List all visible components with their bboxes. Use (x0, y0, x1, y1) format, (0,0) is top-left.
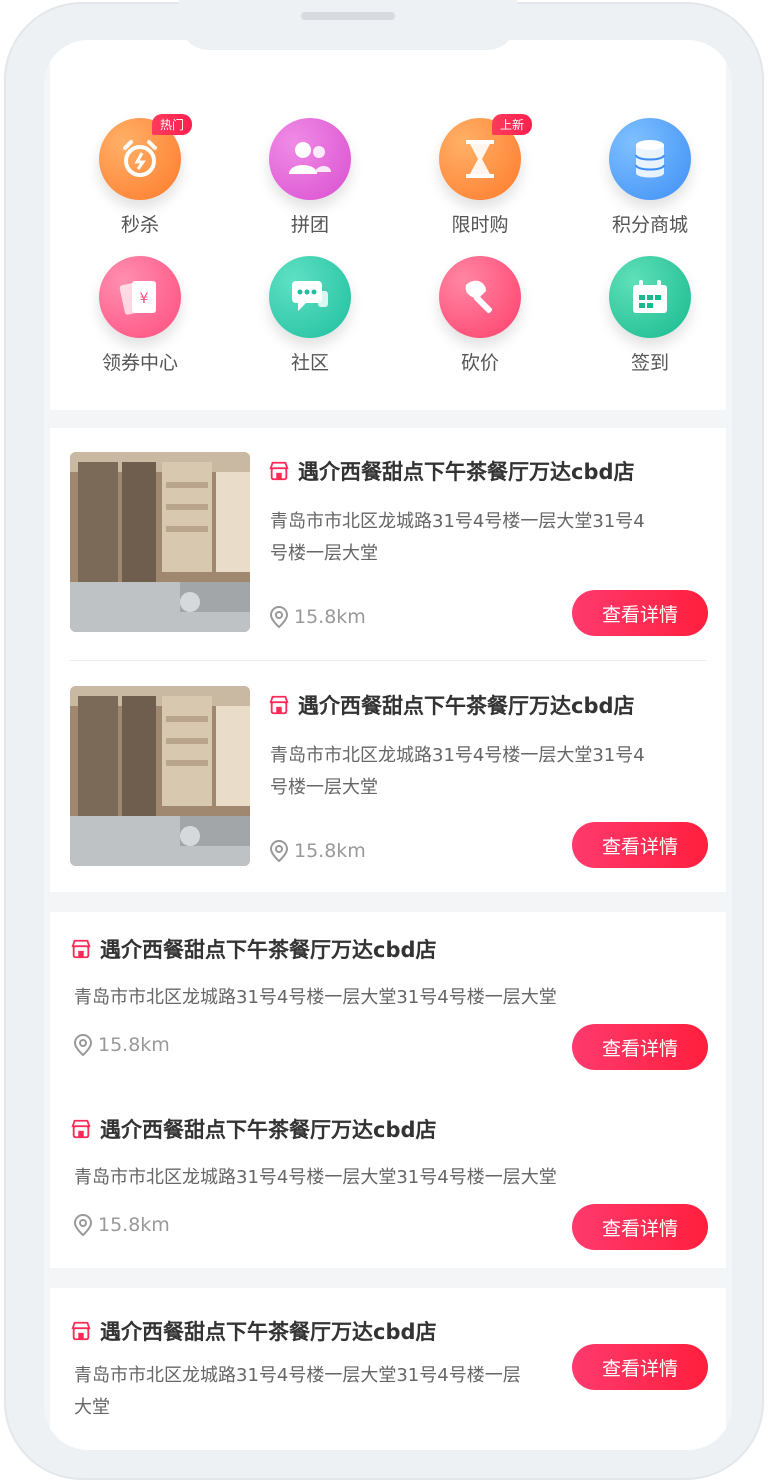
svg-text:¥: ¥ (140, 291, 149, 307)
store-title-text: 遇介西餐甜点下午茶餐厅万达cbd店 (298, 694, 635, 718)
distance-text: 15.8km (294, 840, 366, 862)
store-address: 青岛市市北区龙城路31号4号楼一层大堂31号4号楼一层大堂 (74, 1365, 521, 1418)
view-details-button[interactable]: 查看详情 (572, 1344, 708, 1390)
phone-screen: 热门 秒杀 拼团 上新 限时购 积分商城 ¥ 领券中心 社区 砍价 签到 遇介西… (44, 40, 732, 1450)
grid-label: 拼团 (290, 214, 329, 236)
shop-icon (269, 461, 289, 481)
store-title[interactable]: 遇介西餐甜点下午茶餐厅万达cbd店 (70, 1316, 437, 1346)
coins-icon (609, 118, 691, 200)
grid-item-community[interactable]: 社区 (240, 256, 380, 375)
location-pin-icon (270, 606, 288, 628)
store-title[interactable]: 遇介西餐甜点下午茶餐厅万达cbd店 (70, 1114, 437, 1144)
store-title[interactable]: 遇介西餐甜点下午茶餐厅万达cbd店 (268, 690, 635, 720)
store-address: 青岛市市北区龙城路31号4号楼一层大堂31号4号楼一层大堂 (270, 511, 645, 564)
grid-item-group-buy[interactable]: 拼团 (240, 118, 380, 237)
shop-icon (71, 1321, 91, 1341)
store-distance: 15.8km (74, 1214, 170, 1236)
view-details-button[interactable]: 查看详情 (572, 590, 708, 636)
view-details-button[interactable]: 查看详情 (572, 1024, 708, 1070)
grid-label: 积分商城 (611, 214, 688, 236)
location-pin-icon (74, 1034, 92, 1056)
store-card-with-images: 遇介西餐甜点下午茶餐厅万达cbd店 青岛市市北区龙城路31号4号楼一层大堂31号… (50, 428, 726, 892)
grid-label: 砍价 (460, 352, 499, 374)
store-title-text: 遇介西餐甜点下午茶餐厅万达cbd店 (100, 1320, 437, 1344)
store-title-text: 遇介西餐甜点下午茶餐厅万达cbd店 (100, 1118, 437, 1142)
grid-item-seckill[interactable]: 热门 秒杀 (70, 114, 210, 237)
store-image[interactable] (70, 452, 250, 632)
shop-icon (71, 939, 91, 959)
distance-text: 15.8km (98, 1214, 170, 1236)
grid-label: 签到 (630, 352, 669, 374)
store-distance: 15.8km (270, 606, 366, 628)
store-title[interactable]: 遇介西餐甜点下午茶餐厅万达cbd店 (70, 934, 437, 964)
store-title-text: 遇介西餐甜点下午茶餐厅万达cbd店 (100, 938, 437, 962)
store-title-text: 遇介西餐甜点下午茶餐厅万达cbd店 (298, 460, 635, 484)
distance-text: 15.8km (98, 1034, 170, 1056)
grid-item-bargain[interactable]: 砍价 (410, 256, 550, 375)
grid-item-points-mall[interactable]: 积分商城 (580, 118, 720, 237)
store-address: 青岛市市北区龙城路31号4号楼一层大堂31号4号楼一层大堂 (74, 987, 557, 1008)
view-details-button[interactable]: 查看详情 (572, 822, 708, 868)
store-card-text-only: 遇介西餐甜点下午茶餐厅万达cbd店 青岛市市北区龙城路31号4号楼一层大堂31号… (50, 912, 726, 1268)
speaker-grille (301, 12, 395, 20)
store-card-partial: 遇介西餐甜点下午茶餐厅万达cbd店 青岛市市北区龙城路31号4号楼一层大堂31号… (50, 1288, 726, 1450)
phone-notch (179, 0, 517, 50)
chat-icon (269, 256, 351, 338)
axe-icon (439, 256, 521, 338)
shop-icon (71, 1119, 91, 1139)
people-icon (269, 118, 351, 200)
store-image[interactable] (70, 686, 250, 866)
divider (70, 660, 706, 661)
location-pin-icon (270, 840, 288, 862)
distance-text: 15.8km (294, 606, 366, 628)
grid-item-limited-time[interactable]: 上新 限时购 (410, 114, 550, 237)
grid-label: 社区 (290, 352, 329, 374)
new-badge: 上新 (492, 114, 533, 135)
grid-label: 秒杀 (120, 214, 159, 236)
hot-badge: 热门 (152, 114, 193, 135)
feature-grid: 热门 秒杀 拼团 上新 限时购 积分商城 ¥ 领券中心 社区 砍价 签到 (50, 40, 726, 410)
view-details-button[interactable]: 查看详情 (572, 1204, 708, 1250)
coupon-icon: ¥ (99, 256, 181, 338)
grid-label: 领券中心 (101, 352, 178, 374)
store-address: 青岛市市北区龙城路31号4号楼一层大堂31号4号楼一层大堂 (74, 1167, 557, 1188)
shop-icon (269, 695, 289, 715)
store-distance: 15.8km (270, 840, 366, 862)
grid-label: 限时购 (451, 214, 509, 236)
grid-item-checkin[interactable]: 签到 (580, 256, 720, 375)
store-title[interactable]: 遇介西餐甜点下午茶餐厅万达cbd店 (268, 456, 635, 486)
store-distance: 15.8km (74, 1034, 170, 1056)
grid-item-coupon-center[interactable]: ¥ 领券中心 (70, 256, 210, 375)
location-pin-icon (74, 1214, 92, 1236)
store-address: 青岛市市北区龙城路31号4号楼一层大堂31号4号楼一层大堂 (270, 745, 645, 798)
phone-frame: 热门 秒杀 拼团 上新 限时购 积分商城 ¥ 领券中心 社区 砍价 签到 遇介西… (4, 0, 764, 1480)
calendar-icon (609, 256, 691, 338)
